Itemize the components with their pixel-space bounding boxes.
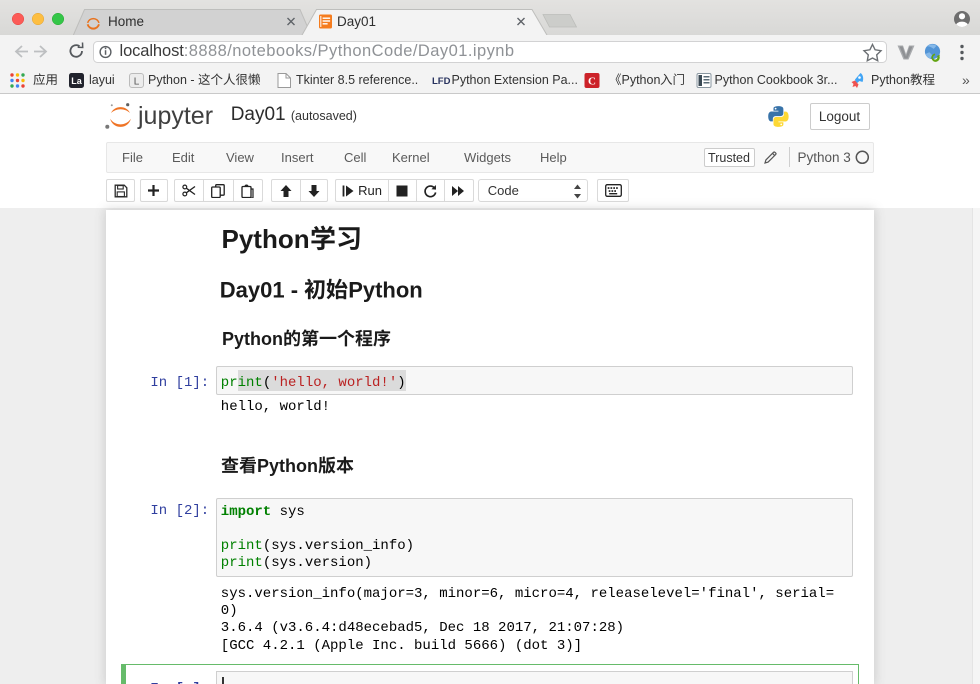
svg-text:L: L (134, 77, 140, 88)
svg-text:LFD: LFD (432, 76, 451, 87)
svg-text:C: C (588, 76, 596, 88)
svg-text:La: La (71, 76, 82, 86)
